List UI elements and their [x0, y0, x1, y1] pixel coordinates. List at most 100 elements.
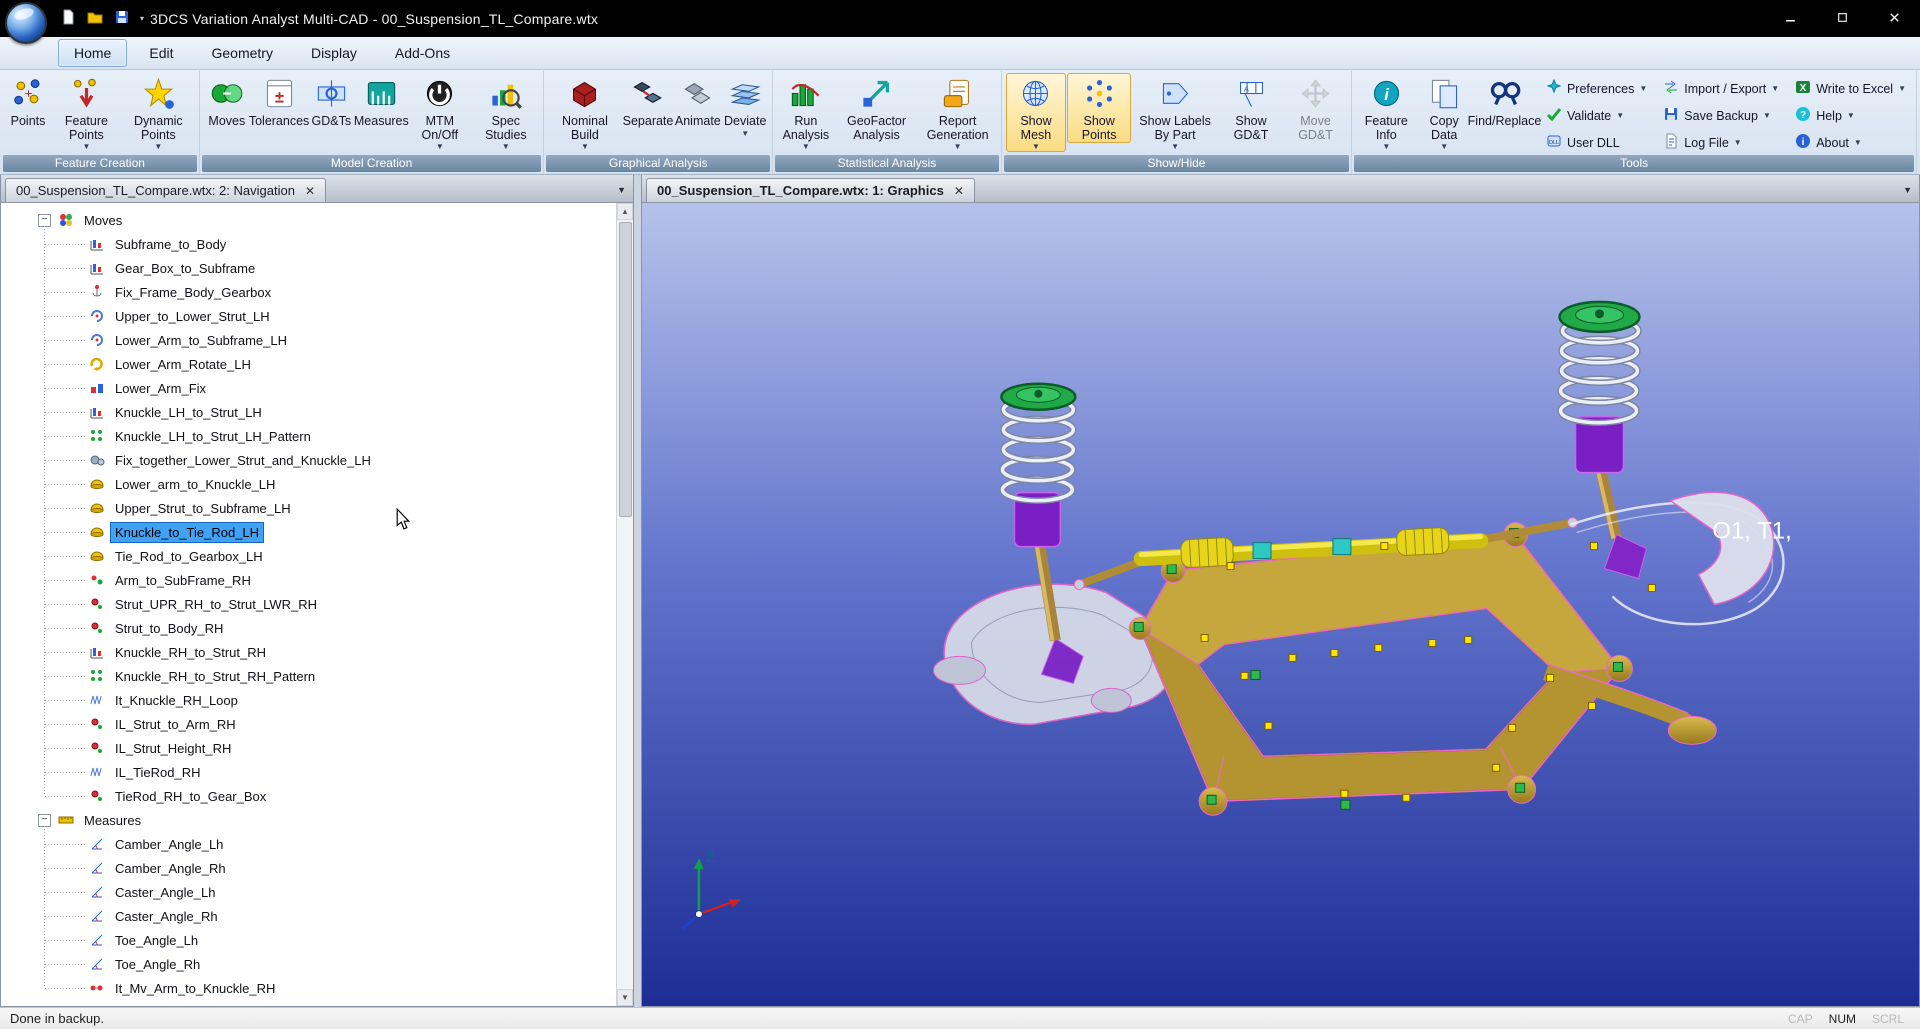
- expand-toggle-icon[interactable]: [38, 214, 51, 227]
- minimize-button[interactable]: [1764, 0, 1816, 37]
- menu-tab-display[interactable]: Display: [295, 39, 373, 67]
- animate-icon: [680, 76, 715, 114]
- tree-item-arm-to-subframe-rh[interactable]: Arm_to_SubFrame_RH: [1, 568, 616, 592]
- ribbon-button-feature-info[interactable]: iFeature Info▼: [1356, 73, 1416, 152]
- tree-item-fix-frame-body-gearbox[interactable]: Fix_Frame_Body_Gearbox: [1, 280, 616, 304]
- tree-item-lower-arm-rotate-lh[interactable]: Lower_Arm_Rotate_LH: [1, 352, 616, 376]
- tree-item-gear-box-to-subframe[interactable]: Gear_Box_to_Subframe: [1, 256, 616, 280]
- tree-item-toe-angle-rh[interactable]: Toe_Angle_Rh: [1, 952, 616, 976]
- ribbon-button-help[interactable]: ?Help▼: [1795, 106, 1906, 125]
- maximize-button[interactable]: [1816, 0, 1868, 37]
- ribbon-button-mtm-on-off[interactable]: MTM On/Off▼: [408, 73, 471, 152]
- ribbon-button-feature-points[interactable]: Feature Points▼: [52, 73, 121, 152]
- gears-icon: [89, 452, 105, 468]
- tree-item-subframe-to-body[interactable]: Subframe_to_Body: [1, 232, 616, 256]
- menu-tab-home[interactable]: Home: [58, 39, 127, 67]
- tree-item-it-mv-arm-to-knuckle-rh[interactable]: It_Mv_Arm_to_Knuckle_RH: [1, 976, 616, 1000]
- scroll-down-icon[interactable]: [617, 989, 633, 1006]
- menu-bar: HomeEditGeometryDisplayAdd-Ons: [0, 37, 1920, 70]
- navigation-tab-close-icon[interactable]: [305, 185, 315, 197]
- graphics-viewport[interactable]: O1, T1, Z: [642, 203, 1919, 1006]
- ribbon-button-write-to-excel[interactable]: XWrite to Excel▼: [1795, 79, 1906, 98]
- tree-item-camber-angle-rh[interactable]: Camber_Angle_Rh: [1, 856, 616, 880]
- navigation-tab[interactable]: 00_Suspension_TL_Compare.wtx: 2: Navigat…: [5, 178, 326, 202]
- ribbon-button-tolerances[interactable]: ±Tolerances: [251, 73, 307, 130]
- ribbon: PointsFeature Points▼Dynamic Points▼Feat…: [0, 70, 1920, 175]
- tree-item-caster-angle-rh[interactable]: Caster_Angle_Rh: [1, 904, 616, 928]
- tree-item-il-tierod-rh[interactable]: IL_TieRod_RH: [1, 760, 616, 784]
- tree-item-knuckle-lh-to-strut-lh-pattern[interactable]: Knuckle_LH_to_Strut_LH_Pattern: [1, 424, 616, 448]
- tree-item-it-knuckle-rh-loop[interactable]: It_Knuckle_RH_Loop: [1, 688, 616, 712]
- tree-item-strut-upr-rh-to-strut-lwr-rh[interactable]: Strut_UPR_RH_to_Strut_LWR_RH: [1, 592, 616, 616]
- ribbon-button-gd-ts[interactable]: GD&Ts: [308, 73, 354, 130]
- graphics-tab-list-icon[interactable]: [1903, 185, 1912, 195]
- ribbon-button-show-points[interactable]: Show Points: [1067, 73, 1131, 143]
- ribbon-button-deviate[interactable]: Deviate▼: [722, 73, 768, 139]
- pane-splitter[interactable]: [634, 175, 641, 1007]
- ribbon-button-dynamic-points[interactable]: Dynamic Points▼: [122, 73, 195, 152]
- graphics-tab[interactable]: 00_Suspension_TL_Compare.wtx: 1: Graphic…: [646, 178, 975, 202]
- tree-item-lower-arm-to-knuckle-lh[interactable]: Lower_arm_to_Knuckle_LH: [1, 472, 616, 496]
- navigation-tab-list-icon[interactable]: [617, 185, 626, 195]
- expand-toggle-icon[interactable]: [38, 814, 51, 827]
- tree-item-knuckle-rh-to-strut-rh[interactable]: Knuckle_RH_to_Strut_RH: [1, 640, 616, 664]
- ribbon-button-moves[interactable]: Moves: [204, 73, 250, 130]
- scroll-up-icon[interactable]: [617, 203, 633, 220]
- app-logo-orb-icon[interactable]: [5, 2, 47, 44]
- close-button[interactable]: [1868, 0, 1920, 37]
- scrollbar-thumb[interactable]: [619, 222, 632, 517]
- tree-node-moves[interactable]: Moves: [1, 208, 616, 232]
- tree-item-lower-arm-fix[interactable]: Lower_Arm_Fix: [1, 376, 616, 400]
- ribbon-button-run-analysis[interactable]: Run Analysis▼: [777, 73, 834, 152]
- ribbon-button-user-dll[interactable]: DLLUser DLL: [1546, 133, 1647, 152]
- tree-item-knuckle-to-tie-rod-lh[interactable]: Knuckle_to_Tie_Rod_LH: [1, 520, 616, 544]
- ribbon-button-log-file[interactable]: Log File▼: [1663, 133, 1779, 152]
- tree-item-upper-to-lower-strut-lh[interactable]: Upper_to_Lower_Strut_LH: [1, 304, 616, 328]
- angle-icon: [89, 884, 105, 900]
- save-button[interactable]: [112, 9, 132, 29]
- tree-item-camber-angle-lh[interactable]: Camber_Angle_Lh: [1, 832, 616, 856]
- tree-item-lower-arm-to-subframe-lh[interactable]: Lower_Arm_to_Subframe_LH: [1, 328, 616, 352]
- tree-node-measures[interactable]: Measures: [1, 808, 616, 832]
- ribbon-button-about[interactable]: iAbout▼: [1795, 133, 1906, 152]
- svg-text:DLL: DLL: [1549, 140, 1559, 146]
- tree-item-tierod-rh-to-gear-box[interactable]: TieRod_RH_to_Gear_Box: [1, 784, 616, 808]
- ribbon-button-find-replace[interactable]: Find/Replace: [1472, 73, 1537, 130]
- tree-item-tie-rod-to-gearbox-lh[interactable]: Tie_Rod_to_Gearbox_LH: [1, 544, 616, 568]
- ribbon-button-measures[interactable]: Measures: [355, 73, 407, 130]
- tree-item-toe-angle-lh[interactable]: Toe_Angle_Lh: [1, 928, 616, 952]
- ribbon-button-show-gd-t[interactable]: AShow GD&T: [1219, 73, 1283, 143]
- graphics-tab-close-icon[interactable]: [954, 185, 964, 197]
- tree-item-caster-angle-lh[interactable]: Caster_Angle_Lh: [1, 880, 616, 904]
- points-icon: [11, 76, 46, 114]
- menu-tab-add-ons[interactable]: Add-Ons: [379, 39, 466, 67]
- open-folder-button[interactable]: [85, 9, 105, 29]
- ribbon-button-geofactor-analysis[interactable]: GeoFactor Analysis: [836, 73, 918, 143]
- tree-item-knuckle-lh-to-strut-lh[interactable]: Knuckle_LH_to_Strut_LH: [1, 400, 616, 424]
- navigation-scrollbar[interactable]: [616, 203, 633, 1006]
- ribbon-button-show-mesh[interactable]: Show Mesh▼: [1006, 73, 1067, 152]
- menu-tab-geometry[interactable]: Geometry: [195, 39, 288, 67]
- tree-item-fix-together-lower-strut-and-knuckle-lh[interactable]: Fix_together_Lower_Strut_and_Knuckle_LH: [1, 448, 616, 472]
- ribbon-button-animate[interactable]: Animate: [674, 73, 721, 130]
- tree-item-il-strut-height-rh[interactable]: IL_Strut_Height_RH: [1, 736, 616, 760]
- ribbon-button-nominal-build[interactable]: Nominal Build▼: [548, 73, 621, 152]
- ribbon-button-points[interactable]: Points: [5, 73, 51, 130]
- ribbon-button-copy-data[interactable]: Copy Data▼: [1417, 73, 1471, 152]
- tree-item-strut-to-body-rh[interactable]: Strut_to_Body_RH: [1, 616, 616, 640]
- ribbon-button-show-labels-by-part[interactable]: Show Labels By Part▼: [1132, 73, 1218, 152]
- tree-item-knuckle-rh-to-strut-rh-pattern[interactable]: Knuckle_RH_to_Strut_RH_Pattern: [1, 664, 616, 688]
- ribbon-button-report-generation[interactable]: Report Generation▼: [919, 73, 997, 152]
- ribbon-button-separate[interactable]: Separate: [623, 73, 674, 130]
- moves-folder-icon: [58, 212, 74, 228]
- menu-tab-edit[interactable]: Edit: [133, 39, 189, 67]
- tree-item-il-strut-to-arm-rh[interactable]: IL_Strut_to_Arm_RH: [1, 712, 616, 736]
- ribbon-button-spec-studies[interactable]: Spec Studies▼: [472, 73, 539, 152]
- ribbon-button-import-export[interactable]: Import / Export▼: [1663, 79, 1779, 98]
- tree-item-upper-strut-to-subframe-lh[interactable]: Upper_Strut_to_Subframe_LH: [1, 496, 616, 520]
- new-document-button[interactable]: [58, 9, 78, 29]
- ribbon-button-preferences[interactable]: Preferences▼: [1546, 79, 1647, 98]
- ribbon-button-validate[interactable]: Validate▼: [1546, 106, 1647, 125]
- quick-access-dropdown-icon[interactable]: ▾: [140, 14, 144, 23]
- ribbon-button-save-backup[interactable]: Save Backup▼: [1663, 106, 1779, 125]
